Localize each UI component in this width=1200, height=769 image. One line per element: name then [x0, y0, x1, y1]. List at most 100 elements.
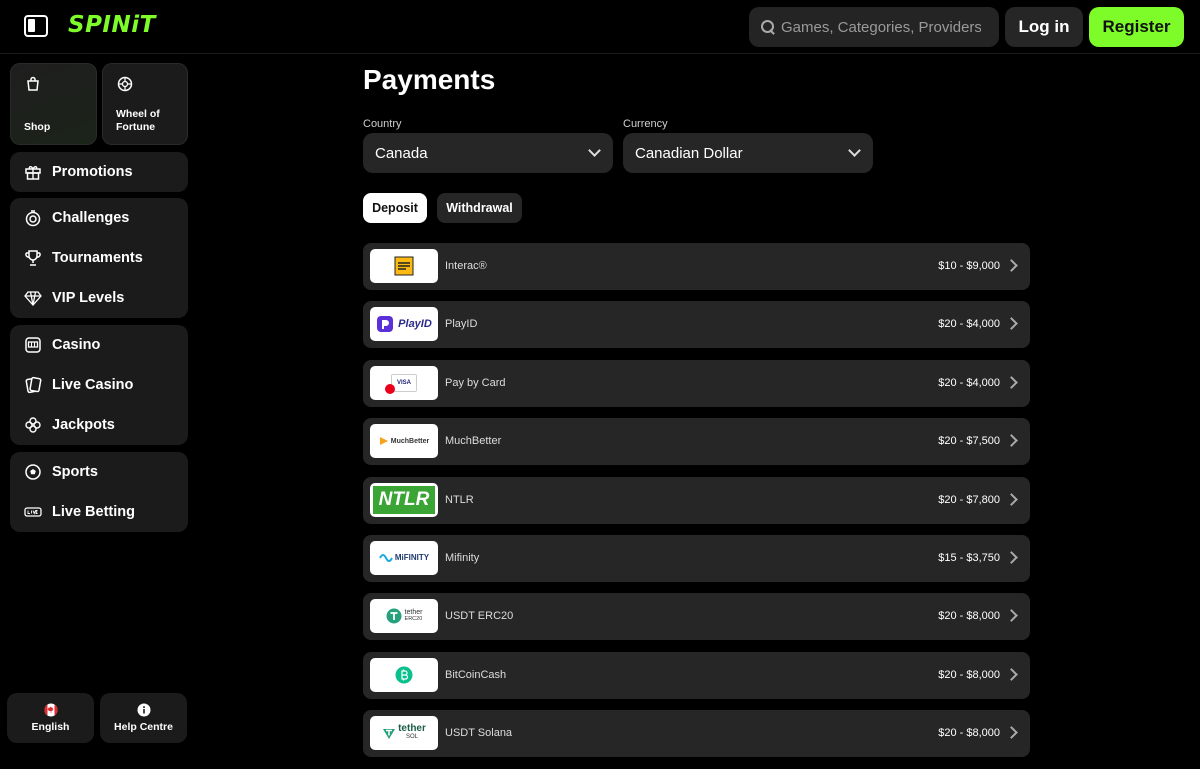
sidebar-tile-wheel-of-fortune[interactable]: Wheel of Fortune	[102, 63, 188, 145]
mastercard-icon	[385, 383, 395, 394]
sidebar-item-sports[interactable]: Sports	[10, 452, 188, 492]
tab-deposit[interactable]: Deposit	[363, 193, 427, 223]
wheel-icon	[117, 76, 133, 92]
sidebar-item-live-betting[interactable]: Live Betting	[10, 492, 188, 532]
sidebar-item-challenges[interactable]: Challenges	[10, 198, 188, 238]
diamond-icon	[24, 291, 42, 306]
country-label: Country	[363, 118, 402, 130]
sidebar-item-label: Tournaments	[52, 250, 143, 266]
payment-method-row[interactable]: NTLR NTLR $20 - $7,800	[363, 476, 1030, 524]
payment-method-range: $20 - $7,800	[938, 493, 1000, 506]
country-value: Canada	[375, 144, 428, 162]
clover-icon	[25, 417, 41, 433]
sidebar-item-label: Promotions	[52, 164, 133, 180]
sidebar-group-casino: Casino Live Casino Jackpots	[10, 325, 188, 445]
sidebar-group-promotions: Promotions	[10, 152, 188, 192]
language-button[interactable]: English	[7, 693, 94, 743]
target-icon	[25, 210, 41, 227]
payment-method-list: Interac® $10 - $9,000 PlayID PlayID $20 …	[363, 243, 1030, 769]
chevron-right-icon	[1005, 317, 1018, 331]
brand-logo[interactable]: SPINiT	[68, 12, 156, 38]
muchbetter-logo: MuchBetter	[370, 424, 438, 459]
sidebar-tile-label: Wheel of Fortune	[116, 108, 160, 133]
sidebar-group-sports: Sports Live Betting	[10, 452, 188, 532]
sidebar-item-jackpots[interactable]: Jackpots	[10, 405, 188, 445]
payment-method-name: NTLR	[445, 493, 474, 506]
interac-logo	[370, 249, 438, 283]
sidebar-tile-shop[interactable]: Shop	[10, 63, 97, 145]
bitcoincash-logo	[370, 657, 438, 692]
currency-value: Canadian Dollar	[635, 144, 743, 162]
payment-method-name: USDT ERC20	[445, 610, 514, 623]
sidebar-item-label: Live Casino	[52, 377, 134, 393]
payment-method-row[interactable]: tether SOL USDT Solana $20 - $8,000	[363, 710, 1030, 758]
currency-select[interactable]: Canadian Dollar	[623, 133, 873, 173]
sidebar-item-label: VIP Levels	[52, 290, 125, 306]
trophy-icon	[25, 250, 41, 266]
help-centre-label: Help Centre	[114, 721, 173, 733]
sidebar-item-tournaments[interactable]: Tournaments	[10, 238, 188, 278]
payment-method-name: MuchBetter	[445, 435, 502, 448]
payment-method-range: $10 - $9,000	[938, 260, 1000, 272]
chevron-right-icon	[1005, 492, 1018, 506]
chevron-right-icon	[1005, 259, 1018, 272]
sidebar-item-live-casino[interactable]: Live Casino	[10, 365, 188, 405]
tether-logo-text: tether	[404, 609, 423, 617]
card-logo: VISA	[370, 365, 438, 400]
sidebar-item-vip-levels[interactable]: VIP Levels	[10, 278, 188, 318]
sidebar-item-promotions[interactable]: Promotions	[10, 152, 188, 192]
sidebar-item-label: Live Betting	[52, 504, 135, 520]
sidebar-group-engagement: Challenges Tournaments VIP Levels	[10, 198, 188, 318]
payment-method-row[interactable]: tether ERC20 USDT ERC20 $20 - $8,000	[363, 593, 1030, 641]
soccer-ball-icon	[25, 464, 41, 480]
payment-method-row[interactable]: BitCoinCash $20 - $8,000	[363, 651, 1030, 699]
search-icon	[761, 20, 775, 34]
search-input[interactable]	[781, 18, 981, 36]
tether-logo-sub: SOL	[405, 734, 418, 741]
login-button[interactable]: Log in	[1005, 7, 1083, 47]
cards-icon	[25, 376, 42, 394]
payment-method-name: Interac®	[445, 260, 487, 272]
sidebar-toggle-icon[interactable]	[24, 15, 48, 37]
country-select[interactable]: Canada	[363, 133, 613, 173]
playid-logo: PlayID	[370, 307, 438, 342]
page-title: Payments	[363, 64, 496, 95]
payment-method-row[interactable]: MiFINITY Mifinity $15 - $3,750	[363, 534, 1030, 582]
sidebar-item-casino[interactable]: Casino	[10, 325, 188, 365]
help-centre-button[interactable]: Help Centre	[100, 693, 187, 743]
sidebar-item-label: Casino	[52, 337, 101, 353]
mifinity-logo-text: MiFINITY	[394, 553, 430, 563]
info-icon	[137, 703, 150, 717]
sidebar-item-label: Challenges	[52, 210, 130, 226]
currency-label: Currency	[623, 118, 668, 130]
language-label: English	[31, 721, 70, 733]
chevron-down-icon	[588, 144, 601, 157]
chevron-right-icon	[1005, 434, 1018, 448]
payment-method-range: $20 - $4,000	[938, 318, 1000, 331]
tether-logo-text: tether	[398, 723, 426, 735]
register-button[interactable]: Register	[1089, 7, 1184, 47]
canada-flag-icon	[43, 703, 58, 717]
chevron-right-icon	[1005, 667, 1018, 681]
payment-method-range: $20 - $4,000	[938, 376, 1000, 389]
payment-method-range: $20 - $8,000	[938, 668, 1000, 681]
payment-method-row[interactable]: VISA Pay by Card $20 - $4,000	[363, 359, 1030, 407]
card-logo-text: VISA	[396, 379, 411, 386]
tab-withdrawal[interactable]: Withdrawal	[437, 193, 522, 223]
payment-method-row[interactable]: MuchBetter MuchBetter $20 - $7,500	[363, 418, 1030, 466]
mifinity-logo: MiFINITY	[370, 540, 438, 575]
top-header: SPINiT Log in Register	[0, 0, 1200, 54]
payment-method-name: PlayID	[445, 318, 478, 331]
payment-method-row[interactable]: PlayID PlayID $20 - $4,000	[363, 301, 1030, 349]
tether-logo-sub: ERC20	[404, 616, 423, 623]
shopping-bag-icon	[27, 76, 39, 91]
payment-method-row[interactable]: Interac® $10 - $9,000	[363, 243, 1030, 290]
chevron-right-icon	[1005, 726, 1018, 739]
search-bar[interactable]	[749, 7, 999, 47]
sidebar-item-label: Sports	[52, 464, 98, 480]
playid-logo-text: PlayID	[398, 318, 432, 331]
muchbetter-logo-text: MuchBetter	[390, 437, 430, 445]
payment-method-name: USDT Solana	[445, 727, 513, 740]
chevron-right-icon	[1005, 375, 1018, 389]
payment-method-name: BitCoinCash	[445, 668, 507, 681]
